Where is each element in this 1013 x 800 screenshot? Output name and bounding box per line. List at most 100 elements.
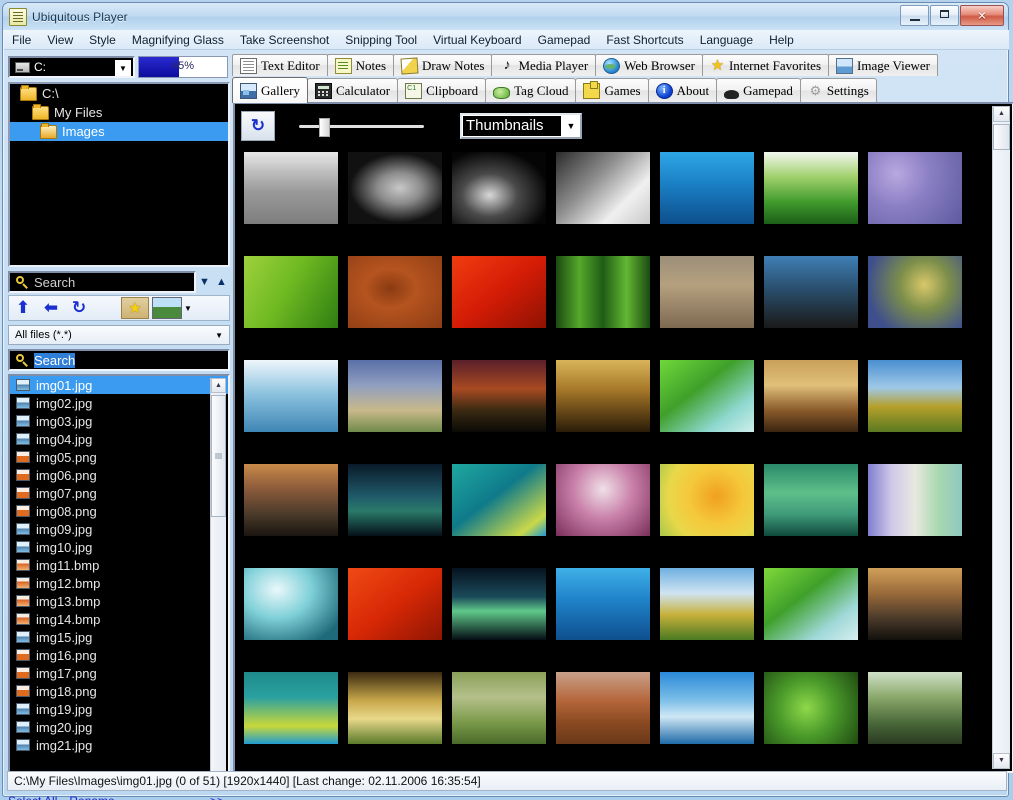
thumbnail-item[interactable] [343,672,447,767]
thumbnail-item[interactable] [863,464,967,568]
more-options-link[interactable]: >> [210,794,224,800]
file-list-item[interactable]: img08.png [10,502,228,520]
file-list-item[interactable]: img01.jpg [10,376,228,394]
file-list-item[interactable]: img03.jpg [10,412,228,430]
file-list-item[interactable]: img18.png [10,682,228,700]
chevron-down-icon[interactable]: ▼ [215,331,223,340]
menu-item-fast-shortcuts[interactable]: Fast Shortcuts [598,31,691,49]
file-list-item[interactable]: img10.jpg [10,538,228,556]
up-arrow-icon[interactable]: ⬆ [9,297,37,319]
tree-item-images[interactable]: Images [10,122,228,141]
thumbnail-item[interactable] [447,256,551,360]
thumbnail-item[interactable] [447,152,551,256]
thumbnail-item[interactable] [239,360,343,464]
menu-item-style[interactable]: Style [81,31,124,49]
scroll-thumb[interactable] [211,395,226,517]
thumbnail-item[interactable] [759,256,863,360]
thumbnail-item[interactable] [343,152,447,256]
file-list-item[interactable]: img20.jpg [10,718,228,736]
thumbnail-item[interactable] [863,672,967,767]
maximize-button[interactable] [930,5,959,26]
thumbnail-item[interactable] [343,464,447,568]
image-options-button[interactable] [152,297,182,319]
thumbnail-item[interactable] [239,256,343,360]
file-list-item[interactable]: img14.bmp [10,610,228,628]
thumbnail-item[interactable] [551,464,655,568]
menu-item-file[interactable]: File [4,31,39,49]
tab-gamepad[interactable]: Gamepad [716,78,801,103]
thumbnail-item[interactable] [343,256,447,360]
thumbnail-item[interactable] [551,256,655,360]
file-list-item[interactable]: img07.png [10,484,228,502]
file-list-item[interactable]: img04.jpg [10,430,228,448]
menu-item-language[interactable]: Language [692,31,761,49]
file-filter-combobox[interactable]: All files (*.*) ▼ [8,325,230,345]
thumbnail-item[interactable] [447,360,551,464]
tab-web-browser[interactable]: Web Browser [595,54,703,76]
tab-text-editor[interactable]: Text Editor [232,54,328,76]
file-list-item[interactable]: img21.jpg [10,736,228,754]
chevron-down-icon[interactable]: ▼ [562,121,580,131]
tab-media-player[interactable]: ♪Media Player [491,54,596,76]
tab-image-viewer[interactable]: Image Viewer [828,54,938,76]
thumbnail-item[interactable] [655,152,759,256]
file-list-item[interactable]: img06.png [10,466,228,484]
view-mode-combobox[interactable]: Thumbnails ▼ [460,113,582,139]
thumbnail-item[interactable] [759,568,863,672]
close-button[interactable]: ✕ [960,5,1004,26]
file-list-item[interactable]: img16.png [10,646,228,664]
thumbnail-item[interactable] [239,464,343,568]
tab-calculator[interactable]: Calculator [307,78,398,103]
thumbnail-item[interactable] [759,672,863,767]
tab-about[interactable]: iAbout [648,78,718,103]
tab-games[interactable]: Games [575,78,648,103]
search-down-button[interactable]: ▼ [196,276,213,288]
menu-item-gamepad[interactable]: Gamepad [530,31,599,49]
thumbnail-item[interactable] [863,256,967,360]
menu-item-help[interactable]: Help [761,31,802,49]
minimize-button[interactable] [900,5,929,26]
thumbnail-item[interactable] [863,360,967,464]
select-all-link[interactable]: Select All [8,794,57,800]
file-list[interactable]: img01.jpgimg02.jpgimg03.jpgimg04.jpgimg0… [8,374,230,790]
thumbnail-item[interactable] [551,568,655,672]
tab-gallery[interactable]: Gallery [232,77,308,103]
file-list-item[interactable]: img09.jpg [10,520,228,538]
slider-handle[interactable] [319,118,330,137]
rename-link[interactable]: Rename [69,794,114,800]
thumbnail-item[interactable] [551,672,655,767]
scroll-down-button[interactable]: ▼ [993,753,1010,769]
tree-item-c[interactable]: C:\ [10,84,228,103]
favorites-button[interactable]: ★ [121,297,149,319]
menu-item-magnifying-glass[interactable]: Magnifying Glass [124,31,232,49]
file-search-input[interactable]: Search [8,349,230,371]
tab-notes[interactable]: Notes [327,54,394,76]
tab-draw-notes[interactable]: Draw Notes [393,54,492,76]
thumbnail-item[interactable] [863,152,967,256]
file-list-item[interactable]: img17.png [10,664,228,682]
scroll-up-button[interactable]: ▲ [993,106,1010,122]
file-list-item[interactable]: img15.jpg [10,628,228,646]
thumbnail-size-slider[interactable] [299,116,424,136]
menu-item-virtual-keyboard[interactable]: Virtual Keyboard [425,31,530,49]
file-list-item[interactable]: img13.bmp [10,592,228,610]
menu-item-snipping-tool[interactable]: Snipping Tool [337,31,425,49]
scroll-thumb[interactable] [993,124,1010,150]
file-list-scrollbar[interactable]: ▲ ▼ [210,378,226,786]
thumbnail-item[interactable] [759,360,863,464]
refresh-icon[interactable]: ↻ [65,297,93,319]
gallery-refresh-button[interactable]: ↻ [241,111,275,141]
menu-item-view[interactable]: View [39,31,81,49]
thumbnail-item[interactable] [655,464,759,568]
menu-item-take-screenshot[interactable]: Take Screenshot [232,31,337,49]
thumbnail-item[interactable] [239,152,343,256]
tree-item-myfiles[interactable]: My Files [10,103,228,122]
thumbnail-item[interactable] [551,360,655,464]
tab-settings[interactable]: ⚙Settings [800,78,877,103]
thumbnail-grid[interactable] [239,152,990,767]
tab-tag-cloud[interactable]: Tag Cloud [485,78,576,103]
thumbnail-item[interactable] [447,568,551,672]
back-arrow-icon[interactable]: ⬅ [37,297,65,319]
search-up-button[interactable]: ▲ [213,276,230,288]
file-list-item[interactable]: img11.bmp [10,556,228,574]
